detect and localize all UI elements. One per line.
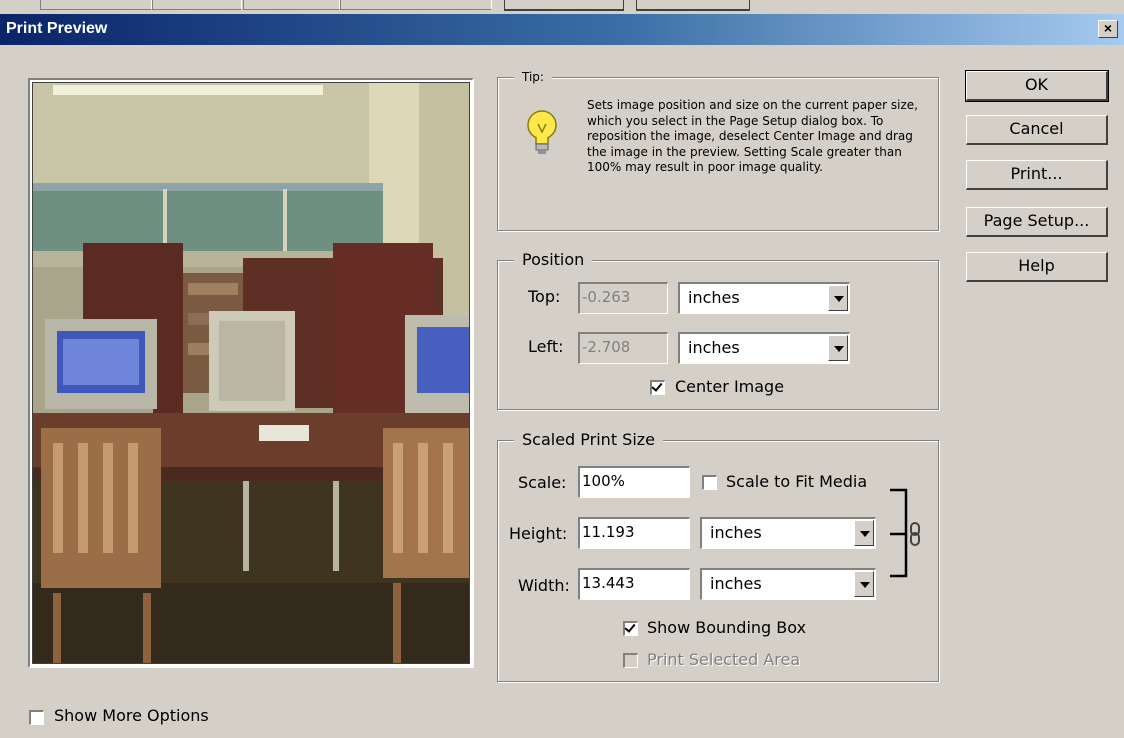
width-unit-select[interactable]: inches: [700, 568, 876, 600]
chevron-down-icon[interactable]: [828, 285, 848, 311]
print-preview-area[interactable]: [28, 78, 474, 668]
tip-label: Tip:: [514, 70, 552, 84]
close-icon: ×: [1103, 20, 1113, 36]
title-bar: Print Preview ×: [0, 14, 1124, 45]
left-input[interactable]: -2.708: [578, 332, 668, 364]
ok-button[interactable]: OK: [965, 70, 1109, 102]
scale-to-fit-media-label[interactable]: Scale to Fit Media: [726, 472, 867, 491]
print-selected-area-checkbox: [623, 653, 638, 668]
position-label: Position: [514, 250, 593, 269]
left-unit-select[interactable]: inches: [678, 332, 850, 364]
close-button[interactable]: ×: [1098, 20, 1118, 38]
top-strip: [0, 0, 1124, 12]
center-image-checkbox[interactable]: [650, 380, 665, 395]
top-unit-value: inches: [688, 288, 740, 307]
print-selected-area-label: Print Selected Area: [647, 650, 801, 669]
preview-image[interactable]: [32, 82, 470, 664]
page-setup-button[interactable]: Page Setup...: [966, 207, 1108, 237]
top-unit-select[interactable]: inches: [678, 282, 850, 314]
cancel-button[interactable]: Cancel: [966, 115, 1108, 145]
scaled-print-size-label: Scaled Print Size: [514, 430, 664, 449]
library-photo-image: [33, 83, 469, 663]
toolbar-fragment: [504, 0, 624, 11]
scale-label: Scale:: [518, 473, 567, 492]
scale-to-fit-media-checkbox[interactable]: [702, 475, 717, 490]
lightbulb-icon: [527, 110, 557, 154]
height-unit-value: inches: [710, 523, 762, 542]
window-title: Print Preview: [6, 20, 108, 37]
top-label: Top:: [528, 287, 561, 306]
height-input[interactable]: 11.193: [578, 517, 690, 549]
tip-text: Sets image position and size on the curr…: [587, 98, 918, 174]
help-button[interactable]: Help: [966, 252, 1108, 282]
show-bounding-box-checkbox[interactable]: [623, 621, 638, 636]
height-label: Height:: [509, 524, 568, 543]
toolbar-fragment: [40, 0, 152, 10]
chevron-down-icon[interactable]: [828, 335, 848, 361]
show-bounding-box-label[interactable]: Show Bounding Box: [647, 618, 806, 637]
chevron-down-icon[interactable]: [854, 520, 874, 546]
toolbar-fragment: [152, 0, 242, 10]
left-label: Left:: [528, 337, 564, 356]
left-unit-value: inches: [688, 338, 740, 357]
chain-link-icon: [910, 522, 920, 546]
chevron-down-icon[interactable]: [854, 571, 874, 597]
width-input[interactable]: 13.443: [578, 568, 690, 600]
top-input[interactable]: -0.263: [578, 282, 668, 314]
height-unit-select[interactable]: inches: [700, 517, 876, 549]
show-more-options-checkbox[interactable]: [29, 710, 44, 725]
toolbar-fragment: [636, 0, 750, 11]
toolbar-fragment: [243, 0, 340, 10]
width-label: Width:: [518, 576, 570, 595]
width-unit-value: inches: [710, 574, 762, 593]
toolbar-fragment: [340, 0, 492, 10]
print-button[interactable]: Print...: [966, 160, 1108, 190]
center-image-label[interactable]: Center Image: [675, 377, 784, 396]
show-more-options-label[interactable]: Show More Options: [54, 706, 209, 725]
scale-input[interactable]: 100%: [578, 466, 690, 498]
